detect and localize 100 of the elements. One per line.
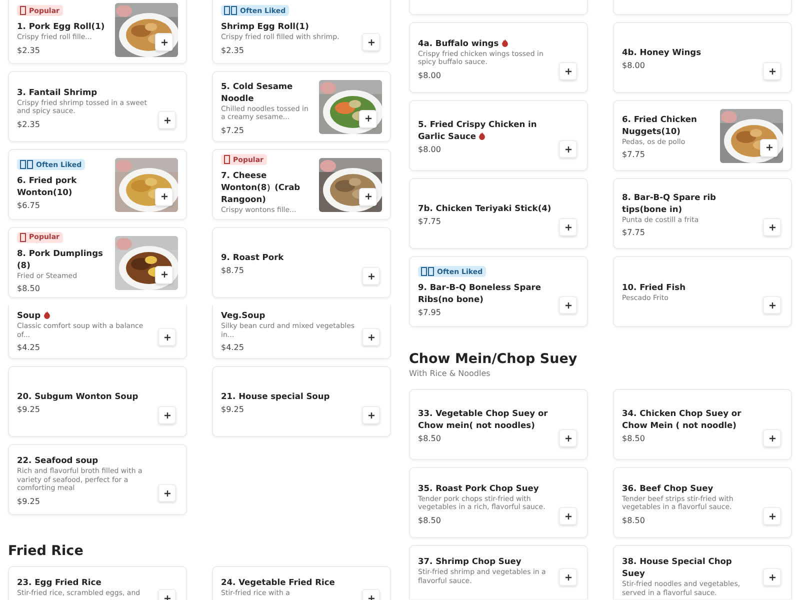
add-button[interactable] xyxy=(362,33,380,51)
double-box-icon xyxy=(20,160,33,169)
add-button[interactable] xyxy=(362,328,380,346)
add-button[interactable] xyxy=(362,406,380,424)
item-title: 1. Pork Egg Roll(1) xyxy=(17,21,105,32)
menu-card[interactable]: 4b. Honey Wings $8.00 xyxy=(613,22,792,93)
add-button[interactable] xyxy=(559,296,577,314)
add-button[interactable] xyxy=(760,138,778,156)
item-title: 24. Vegetable Fried Rice xyxy=(221,577,335,587)
item-price: $8.50 xyxy=(17,284,41,294)
item-title: 3. Fantail Shrimp xyxy=(17,86,98,96)
add-button[interactable] xyxy=(559,429,577,447)
item-title: Shrimp Egg Roll(1) xyxy=(221,21,309,32)
item-title: 4a. Buffalo wings xyxy=(418,38,499,48)
menu-card[interactable]: 34. Chicken Chop Suey or Chow Mein ( not noodle) $8.50 xyxy=(613,389,792,460)
add-button[interactable] xyxy=(362,267,380,285)
add-button[interactable] xyxy=(763,568,781,586)
item-title: 36. Beef Chop Suey xyxy=(622,482,714,492)
plus-icon xyxy=(564,224,572,230)
add-button[interactable] xyxy=(158,111,176,129)
item-price: $4.25 xyxy=(221,343,245,352)
plus-icon xyxy=(766,144,772,151)
plus-icon xyxy=(768,512,776,520)
plus-icon xyxy=(768,68,776,74)
item-title: 9. Bar-B-Q Boneless Spare Ribs(no bone) xyxy=(418,282,542,304)
item-title: 7. Cheese Wonton(8）(Crab Rangoon) xyxy=(221,170,300,204)
plus-icon xyxy=(364,115,372,122)
add-button[interactable] xyxy=(158,484,176,502)
plus-icon xyxy=(564,146,572,152)
plus-icon xyxy=(164,490,170,496)
add-button[interactable] xyxy=(559,62,577,80)
item-price: $7.75 xyxy=(418,217,442,226)
add-button[interactable] xyxy=(155,33,173,51)
item-title: 9. Roast Pork xyxy=(221,252,284,262)
menu-card[interactable]: 7b. Chicken Teriyaki Stick(4) $7.75 xyxy=(409,178,588,249)
box-icon xyxy=(20,6,26,16)
item-price: $8.00 xyxy=(418,145,442,154)
plus-icon xyxy=(768,574,776,580)
item-price: $8.00 xyxy=(622,61,646,70)
plus-icon xyxy=(564,574,572,580)
plus-icon xyxy=(164,412,170,418)
add-button[interactable] xyxy=(158,406,176,424)
add-button[interactable] xyxy=(155,266,173,284)
plus-icon xyxy=(768,224,776,230)
item-price: $8.50 xyxy=(622,434,646,443)
menu-card[interactable]: 5. Fried Crispy Chicken in Garlic Sauce $8.00 xyxy=(409,100,588,171)
plus-icon xyxy=(768,302,776,308)
add-button[interactable] xyxy=(763,429,781,447)
plus-icon xyxy=(368,38,374,46)
add-button[interactable] xyxy=(158,328,176,346)
item-price: $2.35 xyxy=(17,120,41,128)
add-button[interactable] xyxy=(763,218,781,236)
item-title: 37. Shrimp Chop Suey xyxy=(418,556,522,566)
item-title: 4b. Honey Wings xyxy=(622,47,702,57)
item-title: 33. Vegetable Chop Suey or Chow mein( not noodles) xyxy=(418,408,548,430)
section-heading: Chow Mein/Chop Suey xyxy=(409,351,578,367)
item-title: 7b. Chicken Teriyaki Stick(4) xyxy=(418,203,552,213)
item-price: $7.75 xyxy=(622,228,646,238)
item-title: 35. Roast Pork Chop Suey xyxy=(418,482,539,492)
plus-icon xyxy=(164,116,170,124)
add-button[interactable] xyxy=(559,218,577,236)
menu-card[interactable]: 9. Roast Pork $8.75 xyxy=(212,227,391,298)
item-title: 6. Fried Chicken Nuggets(10) xyxy=(622,114,697,136)
plus-icon xyxy=(164,334,170,340)
menu-card[interactable]: 21. House special Soup $9.25 xyxy=(212,366,391,437)
item-title: 22. Seafood soup xyxy=(17,455,98,466)
plus-icon xyxy=(768,434,776,442)
item-title: Veg.Soup xyxy=(221,310,266,320)
item-title: 23. Egg Fried Rice xyxy=(17,577,102,587)
item-price: $8.50 xyxy=(622,516,646,524)
item-price: $2.35 xyxy=(17,46,41,55)
add-button[interactable] xyxy=(155,188,173,206)
item-price: $2.35 xyxy=(221,46,245,55)
section-heading: Fried Rice xyxy=(8,543,84,559)
plus-icon xyxy=(160,271,168,278)
menu-card[interactable]: 20. Subgum Wonton Soup $9.25 xyxy=(8,366,187,437)
plus-icon xyxy=(164,594,170,600)
add-button[interactable] xyxy=(359,110,377,128)
add-button[interactable] xyxy=(763,507,781,525)
add-button[interactable] xyxy=(763,296,781,314)
item-price: $7.25 xyxy=(221,126,245,134)
box-icon xyxy=(224,155,230,164)
plus-icon xyxy=(564,302,572,308)
plus-icon xyxy=(368,272,374,280)
item-price: $7.75 xyxy=(622,150,646,160)
add-button[interactable] xyxy=(559,140,577,158)
item-title: 6. Fried pork Wonton(10) xyxy=(17,175,77,197)
add-button[interactable] xyxy=(359,188,377,206)
add-button[interactable] xyxy=(559,507,577,525)
item-price: $8.50 xyxy=(418,516,442,524)
plus-icon xyxy=(564,68,572,74)
add-button[interactable] xyxy=(763,62,781,80)
add-button[interactable] xyxy=(559,568,577,586)
plus-icon xyxy=(564,512,572,520)
item-title: 34. Chicken Chop Suey or Chow Mein ( not noodle) xyxy=(622,408,742,430)
box-icon xyxy=(20,232,26,242)
plus-icon xyxy=(368,594,374,600)
menu-card[interactable]: 33. Vegetable Chop Suey or Chow mein( not noodles) $8.50 xyxy=(409,389,588,460)
item-price: $6.75 xyxy=(17,201,41,210)
item-price: $4.25 xyxy=(17,343,41,352)
